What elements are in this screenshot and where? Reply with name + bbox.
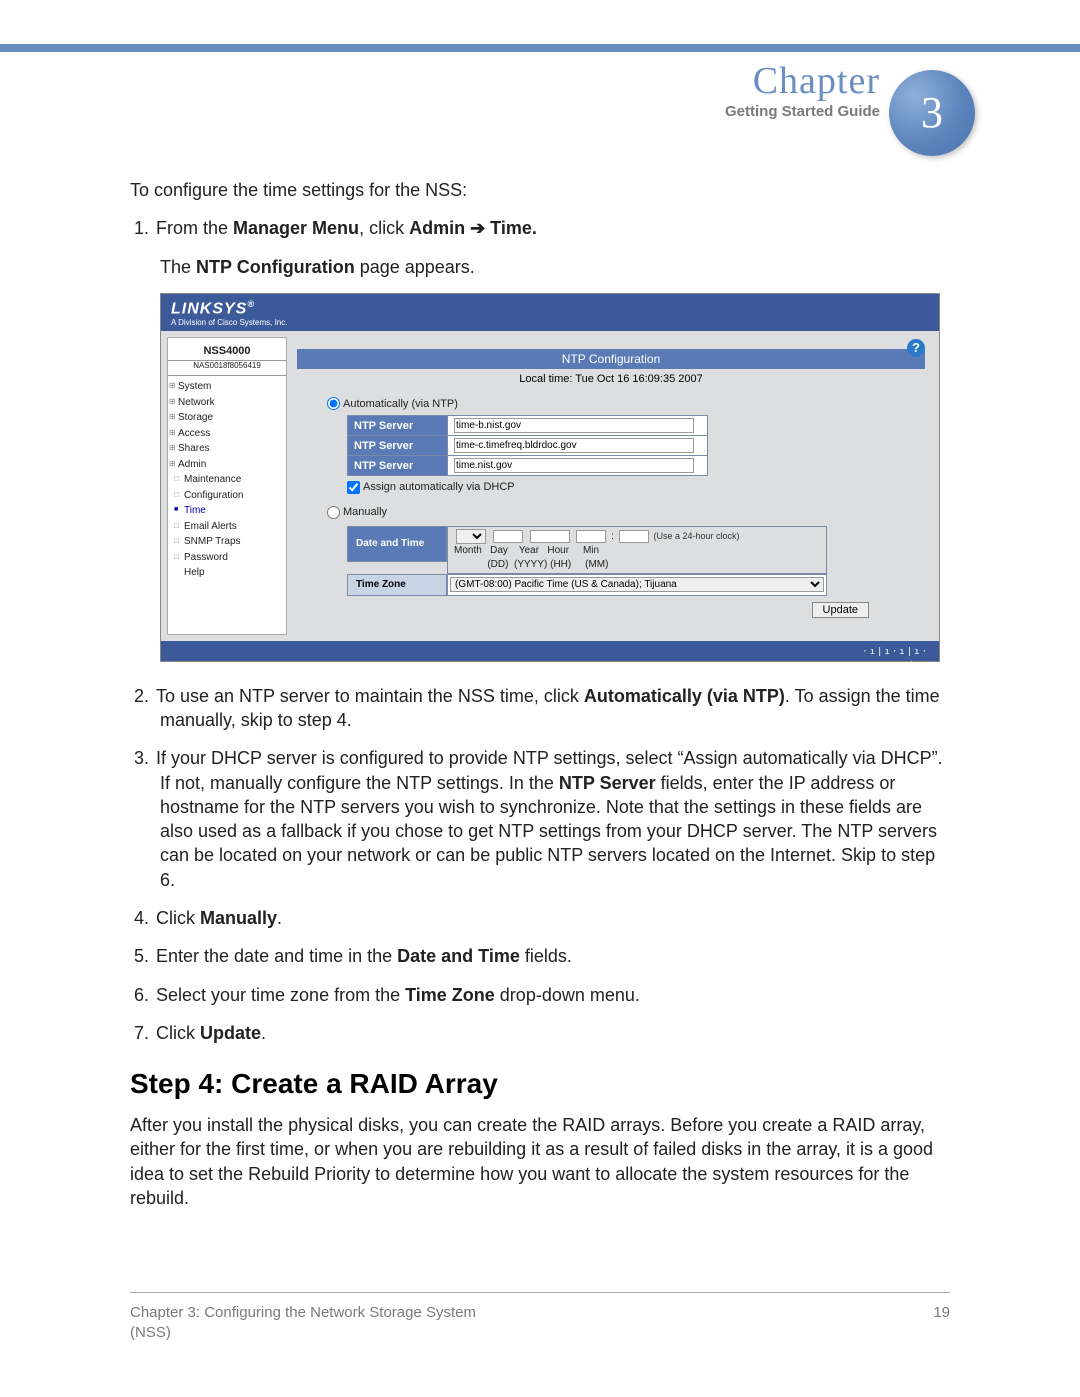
month-select[interactable] <box>456 529 486 544</box>
serial-label: NAS0018f8056419 <box>168 361 286 376</box>
t: Manager Menu <box>233 218 359 238</box>
nav-snmp-traps[interactable]: SNMP Traps <box>168 534 286 550</box>
brand-tagline: A Division of Cisco Systems, Inc. <box>171 318 929 329</box>
t: NTP Server <box>559 773 656 793</box>
radio-manual[interactable]: Manually <box>327 505 925 520</box>
t: The <box>160 257 196 277</box>
t: Time Zone <box>405 985 495 1005</box>
radio-auto-input[interactable] <box>327 397 340 410</box>
t: Assign automatically via DHCP <box>363 481 515 493</box>
footer-chapter: Chapter 3: Configuring the Network Stora… <box>130 1303 476 1323</box>
t: Click <box>156 908 200 928</box>
step-6: 6.Select your time zone from the Time Zo… <box>156 983 950 1007</box>
t: Enter the date and time in the <box>156 946 397 966</box>
step-4: 4.Click Manually. <box>156 906 950 930</box>
day-input[interactable] <box>493 530 523 543</box>
step-1: 1.From the Manager Menu, click Admin ➔ T… <box>156 216 950 279</box>
t: Date and Time <box>397 946 520 966</box>
page-number: 19 <box>933 1303 950 1344</box>
top-accent-bar <box>0 44 1080 52</box>
arrow-icon: ➔ <box>465 218 490 238</box>
t: Manually <box>200 908 277 928</box>
chapter-number-badge: 3 <box>889 70 975 156</box>
update-button[interactable]: Update <box>812 602 869 618</box>
date-time-header: Date and Time <box>347 526 447 562</box>
t: Click <box>156 1023 200 1043</box>
nav-password[interactable]: Password <box>168 550 286 566</box>
t: fields. <box>520 946 572 966</box>
t: Select your time zone from the <box>156 985 405 1005</box>
t: . <box>277 908 282 928</box>
dt-col-labels: Month Day Year Hour Min <box>454 544 820 558</box>
page-footer: Chapter 3: Configuring the Network Stora… <box>130 1292 950 1344</box>
help-icon[interactable]: ? <box>907 339 925 357</box>
dt-col-labels2: (DD) (YYYY) (HH) (MM) <box>454 558 820 572</box>
page-content: To configure the time settings for the N… <box>130 178 950 1224</box>
ntp-header: NTP Server <box>348 416 448 436</box>
nav-admin[interactable]: Admin <box>168 457 286 473</box>
ntp-server-1-input[interactable] <box>454 418 694 433</box>
step-3: 3.If your DHCP server is configured to p… <box>156 746 950 892</box>
panel-title: NTP Configuration <box>297 349 925 369</box>
t: Time. <box>490 218 537 238</box>
radio-manual-input[interactable] <box>327 506 340 519</box>
hour-input[interactable] <box>576 530 606 543</box>
ntp-servers-table: NTP Server NTP Server NTP Server <box>347 415 708 476</box>
t: NTP Configuration <box>196 257 355 277</box>
step-5: 5.Enter the date and time in the Date an… <box>156 944 950 968</box>
ntp-header: NTP Server <box>348 456 448 476</box>
nav-system[interactable]: System <box>168 379 286 395</box>
t: . <box>261 1023 266 1043</box>
section-heading-raid: Step 4: Create a RAID Array <box>130 1065 950 1103</box>
model-label: NSS4000 <box>168 342 286 362</box>
t: page appears. <box>355 257 475 277</box>
t: Manually <box>343 506 387 518</box>
t: Automatically (via NTP) <box>343 398 458 410</box>
ntp-server-3-input[interactable] <box>454 458 694 473</box>
cisco-logo-text: cisco <box>906 660 929 669</box>
min-input[interactable] <box>619 530 649 543</box>
step-1-sub: The NTP Configuration page appears. <box>160 255 950 279</box>
t: Admin <box>409 218 465 238</box>
t: drop-down menu. <box>495 985 640 1005</box>
t: To use an NTP server to maintain the NSS… <box>156 686 584 706</box>
chapter-word: Chapter <box>753 56 880 107</box>
section-body-raid: After you install the physical disks, yo… <box>130 1113 950 1210</box>
nav-shares[interactable]: Shares <box>168 441 286 457</box>
t: , click <box>359 218 409 238</box>
local-time: Local time: Tue Oct 16 16:09:35 2007 <box>297 369 925 395</box>
t: Update <box>200 1023 261 1043</box>
clock-note: (Use a 24-hour clock) <box>653 531 739 541</box>
guide-name: Getting Started Guide <box>725 102 880 122</box>
ntp-server-2-input[interactable] <box>454 438 694 453</box>
step-2: 2.To use an NTP server to maintain the N… <box>156 684 950 733</box>
step-7: 7.Click Update. <box>156 1021 950 1045</box>
year-input[interactable] <box>530 530 570 543</box>
nav-storage[interactable]: Storage <box>168 410 286 426</box>
nav-help[interactable]: Help <box>168 565 286 581</box>
brand-logo: LINKSYS <box>171 300 247 317</box>
nav-maintenance[interactable]: Maintenance <box>168 472 286 488</box>
timezone-header: Time Zone <box>347 574 447 596</box>
dhcp-checkbox-row[interactable]: Assign automatically via DHCP <box>347 480 925 495</box>
side-nav: NSS4000 NAS0018f8056419 System Network S… <box>167 337 287 635</box>
t: Automatically (via NTP) <box>584 686 785 706</box>
nav-time[interactable]: Time <box>168 503 286 519</box>
nav-access[interactable]: Access <box>168 426 286 442</box>
nav-network[interactable]: Network <box>168 395 286 411</box>
t: From the <box>156 218 233 238</box>
linksys-header: LINKSYS® A Division of Cisco Systems, In… <box>161 294 939 331</box>
nav-email-alerts[interactable]: Email Alerts <box>168 519 286 535</box>
timezone-select[interactable]: (GMT-08:00) Pacific Time (US & Canada); … <box>450 577 824 592</box>
nav-configuration[interactable]: Configuration <box>168 488 286 504</box>
ntp-config-screenshot: LINKSYS® A Division of Cisco Systems, In… <box>160 293 940 662</box>
cisco-footer: ·ı|ı·ı|ı· cisco <box>161 641 939 661</box>
dhcp-checkbox[interactable] <box>347 481 360 494</box>
intro-text: To configure the time settings for the N… <box>130 178 950 202</box>
radio-auto-ntp[interactable]: Automatically (via NTP) <box>327 397 925 412</box>
ntp-header: NTP Server <box>348 436 448 456</box>
footer-nss: (NSS) <box>130 1323 476 1343</box>
